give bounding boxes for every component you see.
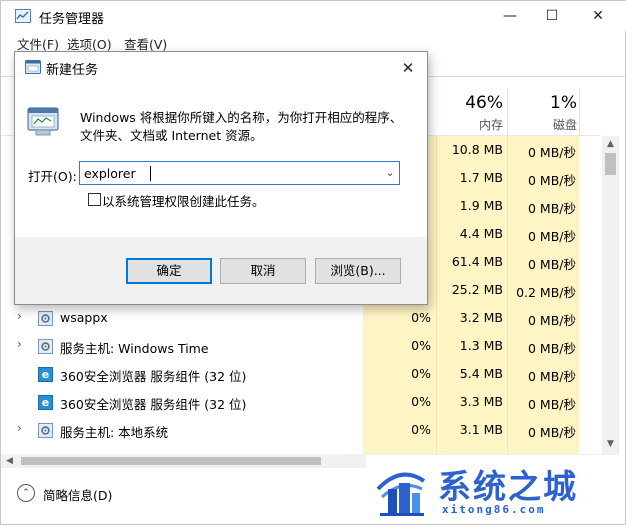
memory-value: 10.8 MB xyxy=(451,142,503,157)
minimize-button[interactable]: — xyxy=(487,1,533,31)
disk-value: 0 MB/秒 xyxy=(528,145,576,160)
table-row[interactable]: e 360安全浏览器 服务组件 (32 位) 0% 5.4 MB 0 MB/秒 xyxy=(1,360,601,388)
cpu-value: 0% xyxy=(411,310,431,325)
maximize-button[interactable]: ☐ xyxy=(529,1,575,31)
ok-button[interactable]: 确定 xyxy=(126,258,212,284)
memory-value: 1.3 MB xyxy=(459,338,503,353)
dialog-close-button[interactable]: ✕ xyxy=(393,55,423,81)
memory-value: 4.4 MB xyxy=(459,226,503,241)
menu-bar: 文件(F) 选项(O) 查看(V) xyxy=(1,31,626,53)
watermark-url: xitong86.com xyxy=(442,503,546,516)
memory-value: 3.3 MB xyxy=(459,394,503,409)
table-row[interactable]: › wsappx 0% 3.2 MB 0 MB/秒 xyxy=(1,304,601,332)
table-row[interactable]: e 360安全浏览器 服务组件 (32 位) 0% 3.3 MB 0 MB/秒 xyxy=(1,388,601,416)
run-new-task-dialog: 新建任务 ✕ Windows 将根据你所键入的名称，为你打开相应的程序、 文件夹… xyxy=(14,51,428,305)
disk-value: 0 MB/秒 xyxy=(528,257,576,272)
run-icon xyxy=(25,60,41,74)
process-name: 360安全浏览器 服务组件 (32 位) xyxy=(60,369,247,384)
process-name: wsappx xyxy=(60,310,108,325)
memory-value: 1.7 MB xyxy=(459,170,503,185)
scroll-up-icon[interactable]: ▲ xyxy=(602,136,619,153)
admin-privileges-label[interactable]: 以系统管理权限创建此任务。 xyxy=(102,191,265,210)
memory-column-header[interactable]: 内存 xyxy=(437,116,503,133)
memory-value: 5.4 MB xyxy=(459,366,503,381)
column-divider xyxy=(579,89,580,135)
fewer-details-label: 简略信息(D) xyxy=(43,488,113,503)
site-watermark: 系统之城 xitong86.com xyxy=(366,455,622,523)
memory-value: 3.2 MB xyxy=(459,310,503,325)
dialog-description: 文件夹、文档或 Internet 资源。 xyxy=(80,128,263,143)
open-combobox[interactable]: ⌄ xyxy=(79,161,400,185)
disk-value: 0 MB/秒 xyxy=(528,341,576,356)
browse-button[interactable]: 浏览(B)... xyxy=(315,258,401,284)
process-name: 360安全浏览器 服务组件 (32 位) xyxy=(60,397,247,412)
chevron-right-icon[interactable]: › xyxy=(17,421,27,435)
scroll-down-icon[interactable]: ▼ xyxy=(602,436,619,453)
column-divider xyxy=(507,89,508,135)
admin-privileges-checkbox[interactable] xyxy=(88,193,101,206)
scrollbar-thumb[interactable] xyxy=(21,457,321,465)
chevron-right-icon[interactable]: › xyxy=(17,309,27,323)
disk-value: 0.2 MB/秒 xyxy=(516,285,576,300)
scrollbar-thumb[interactable] xyxy=(605,153,616,175)
scroll-left-icon[interactable]: ◀ xyxy=(1,454,18,468)
gear-icon xyxy=(38,339,53,354)
text-cursor xyxy=(150,166,151,181)
cpu-value: 0% xyxy=(411,366,431,381)
disk-value: 0 MB/秒 xyxy=(528,229,576,244)
disk-value: 0 MB/秒 xyxy=(528,173,576,188)
gear-icon xyxy=(38,423,53,438)
memory-value: 25.2 MB xyxy=(451,282,503,297)
gear-icon xyxy=(38,311,53,326)
disk-value: 0 MB/秒 xyxy=(528,313,576,328)
table-row[interactable]: › 服务主机: 本地系统 0% 3.1 MB 0 MB/秒 xyxy=(1,416,601,444)
process-name: 服务主机: Windows Time xyxy=(60,341,209,356)
disk-value: 0 MB/秒 xyxy=(528,201,576,216)
cancel-button[interactable]: 取消 xyxy=(220,258,306,284)
dialog-description: Windows 将根据你所键入的名称，为你打开相应的程序、 xyxy=(80,110,403,125)
table-row[interactable]: › 服务主机: Windows Time 0% 1.3 MB 0 MB/秒 xyxy=(1,332,601,360)
open-label: 打开(O): xyxy=(28,169,77,184)
chevron-up-icon: ⌃ xyxy=(17,484,35,502)
disk-usage-percent[interactable]: 1% xyxy=(507,93,577,113)
memory-usage-percent[interactable]: 46% xyxy=(437,93,503,113)
title-bar[interactable]: 任务管理器 — ☐ ✕ xyxy=(1,1,626,31)
process-name: 服务主机: 本地系统 xyxy=(60,425,169,440)
disk-value: 0 MB/秒 xyxy=(528,369,576,384)
close-button[interactable]: ✕ xyxy=(575,1,621,31)
vertical-scrollbar[interactable]: ▲ ▼ xyxy=(602,136,619,454)
chevron-down-icon[interactable]: ⌄ xyxy=(380,162,400,184)
browser-icon: e xyxy=(38,395,53,410)
task-manager-icon xyxy=(15,9,31,23)
cpu-value: 0% xyxy=(411,338,431,353)
memory-value: 3.1 MB xyxy=(459,422,503,437)
disk-column-header[interactable]: 磁盘 xyxy=(507,116,577,133)
memory-value: 1.9 MB xyxy=(459,198,503,213)
watermark-text: 系统之城 xyxy=(438,467,578,506)
open-input[interactable] xyxy=(84,165,374,181)
disk-value: 0 MB/秒 xyxy=(528,425,576,440)
cpu-value: 0% xyxy=(411,394,431,409)
chevron-right-icon[interactable]: › xyxy=(17,337,27,351)
browser-icon: e xyxy=(38,367,53,382)
cpu-value: 0% xyxy=(411,422,431,437)
dialog-title: 新建任务 xyxy=(46,63,99,78)
dialog-title-bar[interactable]: 新建任务 ✕ xyxy=(15,52,427,83)
memory-value: 61.4 MB xyxy=(451,254,503,269)
watermark-logo-icon xyxy=(376,472,426,516)
disk-value: 0 MB/秒 xyxy=(528,397,576,412)
window-title: 任务管理器 xyxy=(39,12,105,27)
run-program-icon xyxy=(27,107,59,136)
